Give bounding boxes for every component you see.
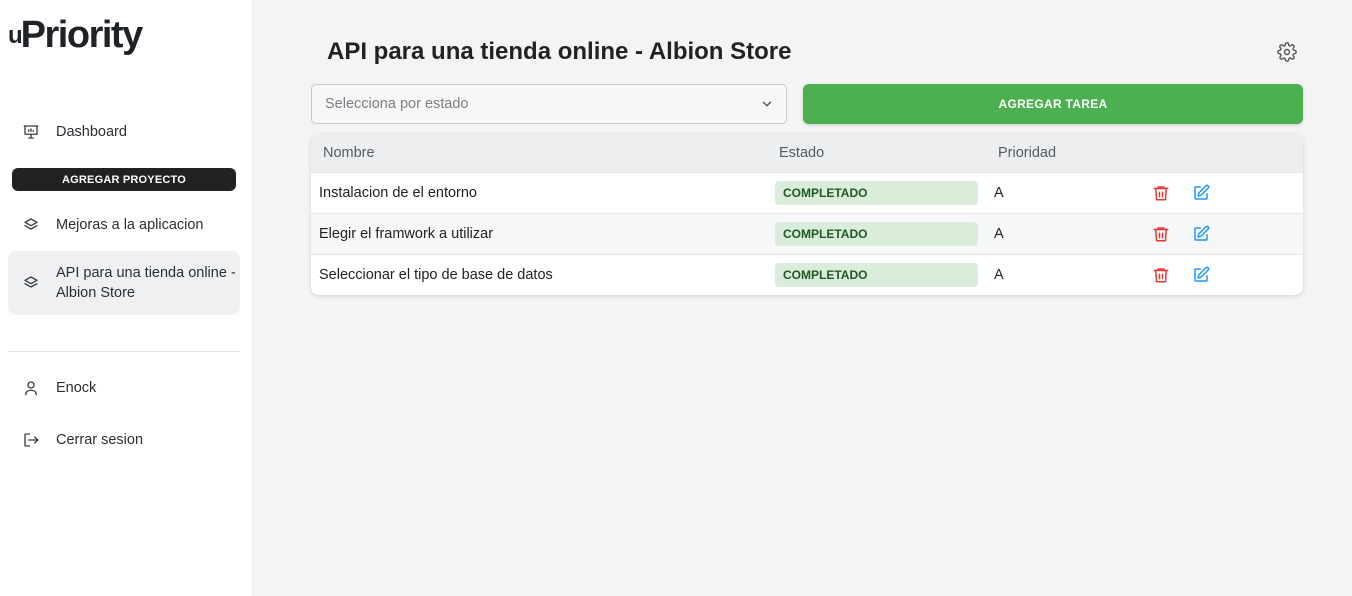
page-title: API para una tienda online - Albion Stor…: [327, 38, 792, 65]
status-badge: COMPLETADO: [775, 263, 978, 287]
user-icon: [22, 379, 40, 397]
sidebar-item-label: Dashboard: [56, 124, 127, 140]
column-header-name[interactable]: Nombre: [323, 145, 375, 161]
status-filter-placeholder: Selecciona por estado: [325, 96, 469, 112]
sidebar-divider: [8, 351, 240, 352]
sidebar-item-dashboard[interactable]: Dashboard: [8, 121, 240, 143]
add-task-button[interactable]: AGREGAR TAREA: [803, 84, 1303, 124]
edit-icon[interactable]: [1192, 266, 1210, 284]
sidebar: uPriority Dashboard AGREGAR PROYECTO Mej…: [0, 0, 253, 596]
sidebar-item-label: Mejoras a la aplicacion: [56, 217, 204, 233]
task-priority: A: [994, 226, 1004, 242]
table-row: Instalacion de el entorno COMPLETADO A: [311, 172, 1303, 213]
sidebar-item-logout[interactable]: Cerrar sesion: [8, 429, 240, 451]
logout-icon: [22, 431, 40, 449]
task-priority: A: [994, 267, 1004, 283]
task-name: Seleccionar el tipo de base de datos: [319, 267, 553, 283]
edit-icon[interactable]: [1192, 184, 1210, 202]
trash-icon[interactable]: [1152, 184, 1170, 202]
sidebar-item-label: API para una tienda online - Albion Stor…: [56, 265, 236, 301]
status-badge: COMPLETADO: [775, 222, 978, 246]
task-priority: A: [994, 185, 1004, 201]
status-filter-select[interactable]: Selecciona por estado: [311, 84, 787, 124]
sidebar-item-project-albion[interactable]: API para una tienda online - Albion Stor…: [8, 251, 240, 315]
tasks-table: Nombre Estado Prioridad Instalacion de e…: [311, 134, 1303, 295]
trash-icon[interactable]: [1152, 266, 1170, 284]
task-name: Instalacion de el entorno: [319, 185, 477, 201]
sidebar-item-label: Enock: [56, 380, 97, 396]
edit-icon[interactable]: [1192, 225, 1210, 243]
column-header-status[interactable]: Estado: [779, 145, 824, 161]
layers-icon: [22, 216, 40, 234]
presentation-board-icon: [22, 123, 40, 141]
table-header: Nombre Estado Prioridad: [311, 134, 1303, 172]
layers-icon: [22, 274, 40, 292]
task-name: Elegir el framwork a utilizar: [319, 226, 494, 242]
column-header-priority[interactable]: Prioridad: [998, 145, 1056, 161]
trash-icon[interactable]: [1152, 225, 1170, 243]
logo-text: Priority: [20, 14, 144, 56]
sidebar-item-project-mejoras[interactable]: Mejoras a la aplicacion: [8, 214, 240, 236]
table-row: Seleccionar el tipo de base de datos COM…: [311, 254, 1303, 295]
status-badge: COMPLETADO: [775, 181, 978, 205]
chevron-down-icon: [760, 97, 774, 111]
table-row: Elegir el framwork a utilizar COMPLETADO…: [311, 213, 1303, 254]
add-project-button[interactable]: AGREGAR PROYECTO: [12, 168, 236, 191]
sidebar-item-label: Cerrar sesion: [56, 432, 144, 448]
sidebar-item-user[interactable]: Enock: [8, 377, 240, 399]
app-logo[interactable]: uPriority: [8, 14, 144, 57]
gear-icon[interactable]: [1277, 42, 1297, 62]
